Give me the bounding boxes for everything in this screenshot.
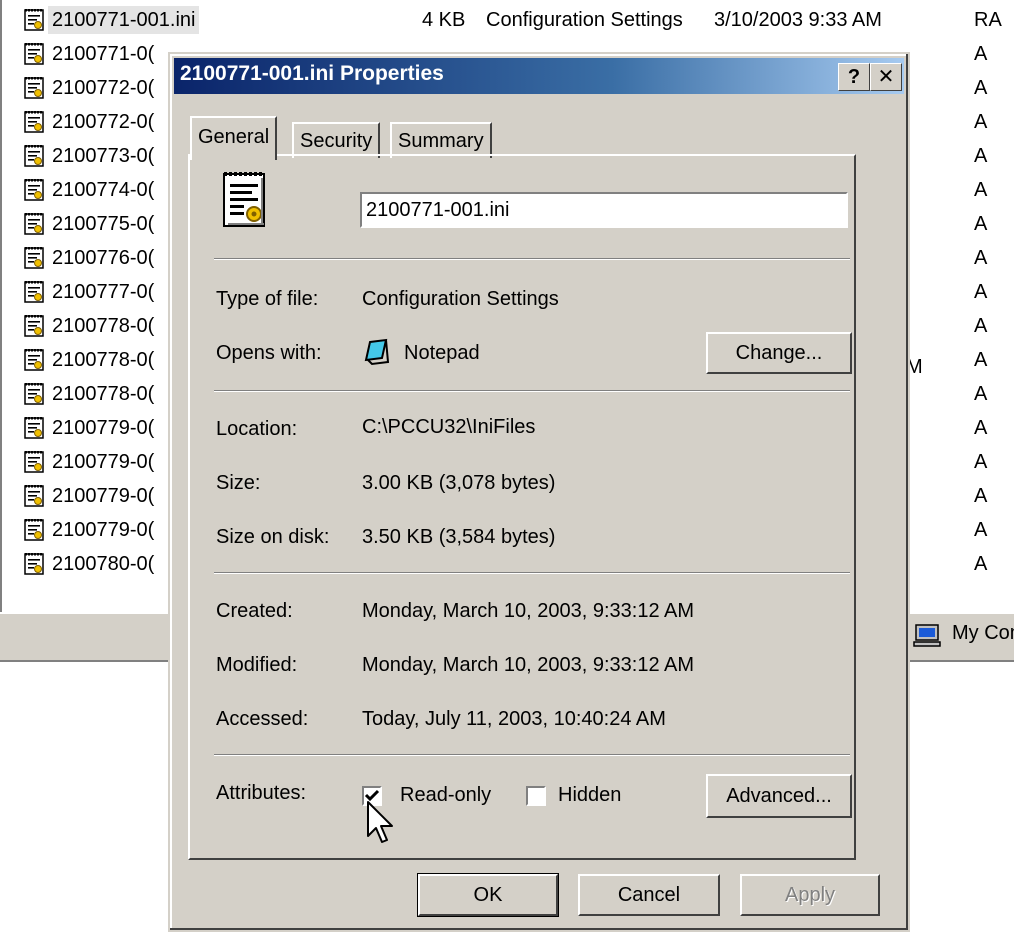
file-attributes: A: [974, 349, 988, 371]
ini-file-icon: [24, 43, 44, 65]
separator: [214, 754, 850, 756]
modified-value: Monday, March 10, 2003, 9:33:12 AM: [362, 654, 695, 676]
file-name: 2100778-0(: [52, 349, 155, 371]
file-name: 2100772-0(: [52, 111, 155, 133]
apply-button[interactable]: Apply: [740, 874, 880, 916]
ini-file-icon: [24, 417, 44, 439]
size-on-disk-value: 3.50 KB (3,584 bytes): [362, 526, 556, 548]
type-value: Configuration Settings: [362, 288, 559, 310]
size-on-disk-label: Size on disk:: [216, 526, 330, 548]
opens-with-label: Opens with:: [216, 342, 322, 364]
ok-button[interactable]: OK: [417, 873, 559, 917]
file-name: 2100777-0(: [52, 281, 155, 303]
ini-file-icon: [24, 247, 44, 269]
file-attributes: A: [974, 43, 988, 65]
file-type: Configuration Settings: [486, 9, 683, 31]
file-name: 2100773-0(: [52, 145, 155, 167]
ini-file-icon: [24, 213, 44, 235]
mouse-cursor-icon: [367, 801, 393, 843]
file-name: 2100779-0(: [52, 485, 155, 507]
file-attributes: A: [974, 553, 988, 575]
close-button[interactable]: ✕: [870, 63, 902, 91]
file-name: 2100774-0(: [52, 179, 155, 201]
file-list-row[interactable]: 2100771-001.ini 4 KB Configuration Setting…: [24, 6, 1014, 34]
ini-file-icon: [24, 451, 44, 473]
file-attributes: A: [974, 247, 988, 269]
ini-file-icon: [24, 77, 44, 99]
file-attributes: A: [974, 417, 988, 439]
file-name: 2100779-0(: [52, 519, 155, 541]
location-label: Location:: [216, 418, 298, 440]
file-size: 4 KB: [422, 9, 466, 31]
ini-file-icon: [223, 172, 265, 227]
ini-file-icon: [24, 553, 44, 575]
file-attributes: A: [974, 145, 988, 167]
file-attributes: A: [974, 77, 988, 99]
accessed-label: Accessed:: [216, 708, 309, 730]
opens-with-value: Notepad: [404, 342, 480, 364]
file-name: 2100775-0(: [52, 213, 155, 235]
file-attributes: A: [974, 519, 988, 541]
separator: [214, 572, 850, 574]
dialog-title: 2100771-001.ini Properties: [180, 62, 444, 85]
change-button[interactable]: Change...: [706, 332, 852, 374]
file-attributes: A: [974, 111, 988, 133]
ini-file-icon: [24, 111, 44, 133]
file-attributes: A: [974, 179, 988, 201]
ini-file-icon: [24, 383, 44, 405]
file-name-input[interactable]: [360, 192, 848, 228]
file-name: 2100778-0(: [52, 383, 155, 405]
ini-file-icon: [24, 485, 44, 507]
tab-summary[interactable]: Summary: [390, 122, 492, 158]
file-name: 2100779-0(: [52, 451, 155, 473]
advanced-button[interactable]: Advanced...: [706, 774, 852, 818]
help-button[interactable]: ?: [838, 63, 870, 91]
file-attributes: A: [974, 485, 988, 507]
notepad-icon: [364, 338, 390, 366]
created-label: Created:: [216, 600, 293, 622]
ini-file-icon: [24, 9, 44, 31]
ini-file-icon: [24, 349, 44, 371]
file-name: 2100780-0(: [52, 553, 155, 575]
file-attributes: A: [974, 451, 988, 473]
location-value: C:\PCCU32\IniFiles: [362, 416, 536, 438]
title-bar[interactable]: 2100771-001.ini Properties ? ✕: [174, 58, 904, 94]
ini-file-icon: [24, 315, 44, 337]
type-label: Type of file:: [216, 288, 319, 310]
created-value: Monday, March 10, 2003, 9:33:12 AM: [362, 600, 695, 622]
separator: [214, 258, 850, 260]
tab-general[interactable]: General: [190, 116, 278, 160]
file-name: 2100771-0(: [52, 43, 155, 65]
file-attributes: RA: [974, 9, 1002, 31]
cancel-button[interactable]: Cancel: [578, 874, 720, 916]
size-value: 3.00 KB (3,078 bytes): [362, 472, 556, 494]
file-attributes: A: [974, 281, 988, 303]
ini-file-icon: [24, 281, 44, 303]
size-label: Size:: [216, 472, 261, 494]
attributes-label: Attributes:: [216, 782, 307, 804]
file-attributes: A: [974, 383, 988, 405]
hidden-label[interactable]: Hidden: [558, 784, 621, 807]
ini-file-icon: [24, 145, 44, 167]
modified-label: Modified:: [216, 654, 298, 676]
properties-dialog: 2100771-001.ini Properties ? ✕ General S…: [168, 52, 910, 932]
file-attributes: A: [974, 213, 988, 235]
file-name: 2100779-0(: [52, 417, 155, 439]
file-date: 3/10/2003 9:33 AM: [714, 9, 882, 31]
hidden-checkbox[interactable]: [526, 786, 546, 806]
ini-file-icon: [24, 179, 44, 201]
tab-security[interactable]: Security: [292, 122, 381, 158]
ini-file-icon: [24, 519, 44, 541]
file-name: 2100772-0(: [52, 77, 155, 99]
my-computer-icon: [913, 624, 941, 647]
file-name: 2100771-001.ini: [48, 6, 200, 34]
file-name: 2100776-0(: [52, 247, 155, 269]
separator: [214, 390, 850, 392]
readonly-label[interactable]: Read-only: [400, 784, 491, 807]
file-attributes: A: [974, 315, 988, 337]
status-text: My Com: [952, 622, 1014, 644]
accessed-value: Today, July 11, 2003, 10:40:24 AM: [362, 708, 666, 730]
file-name: 2100778-0(: [52, 315, 155, 337]
